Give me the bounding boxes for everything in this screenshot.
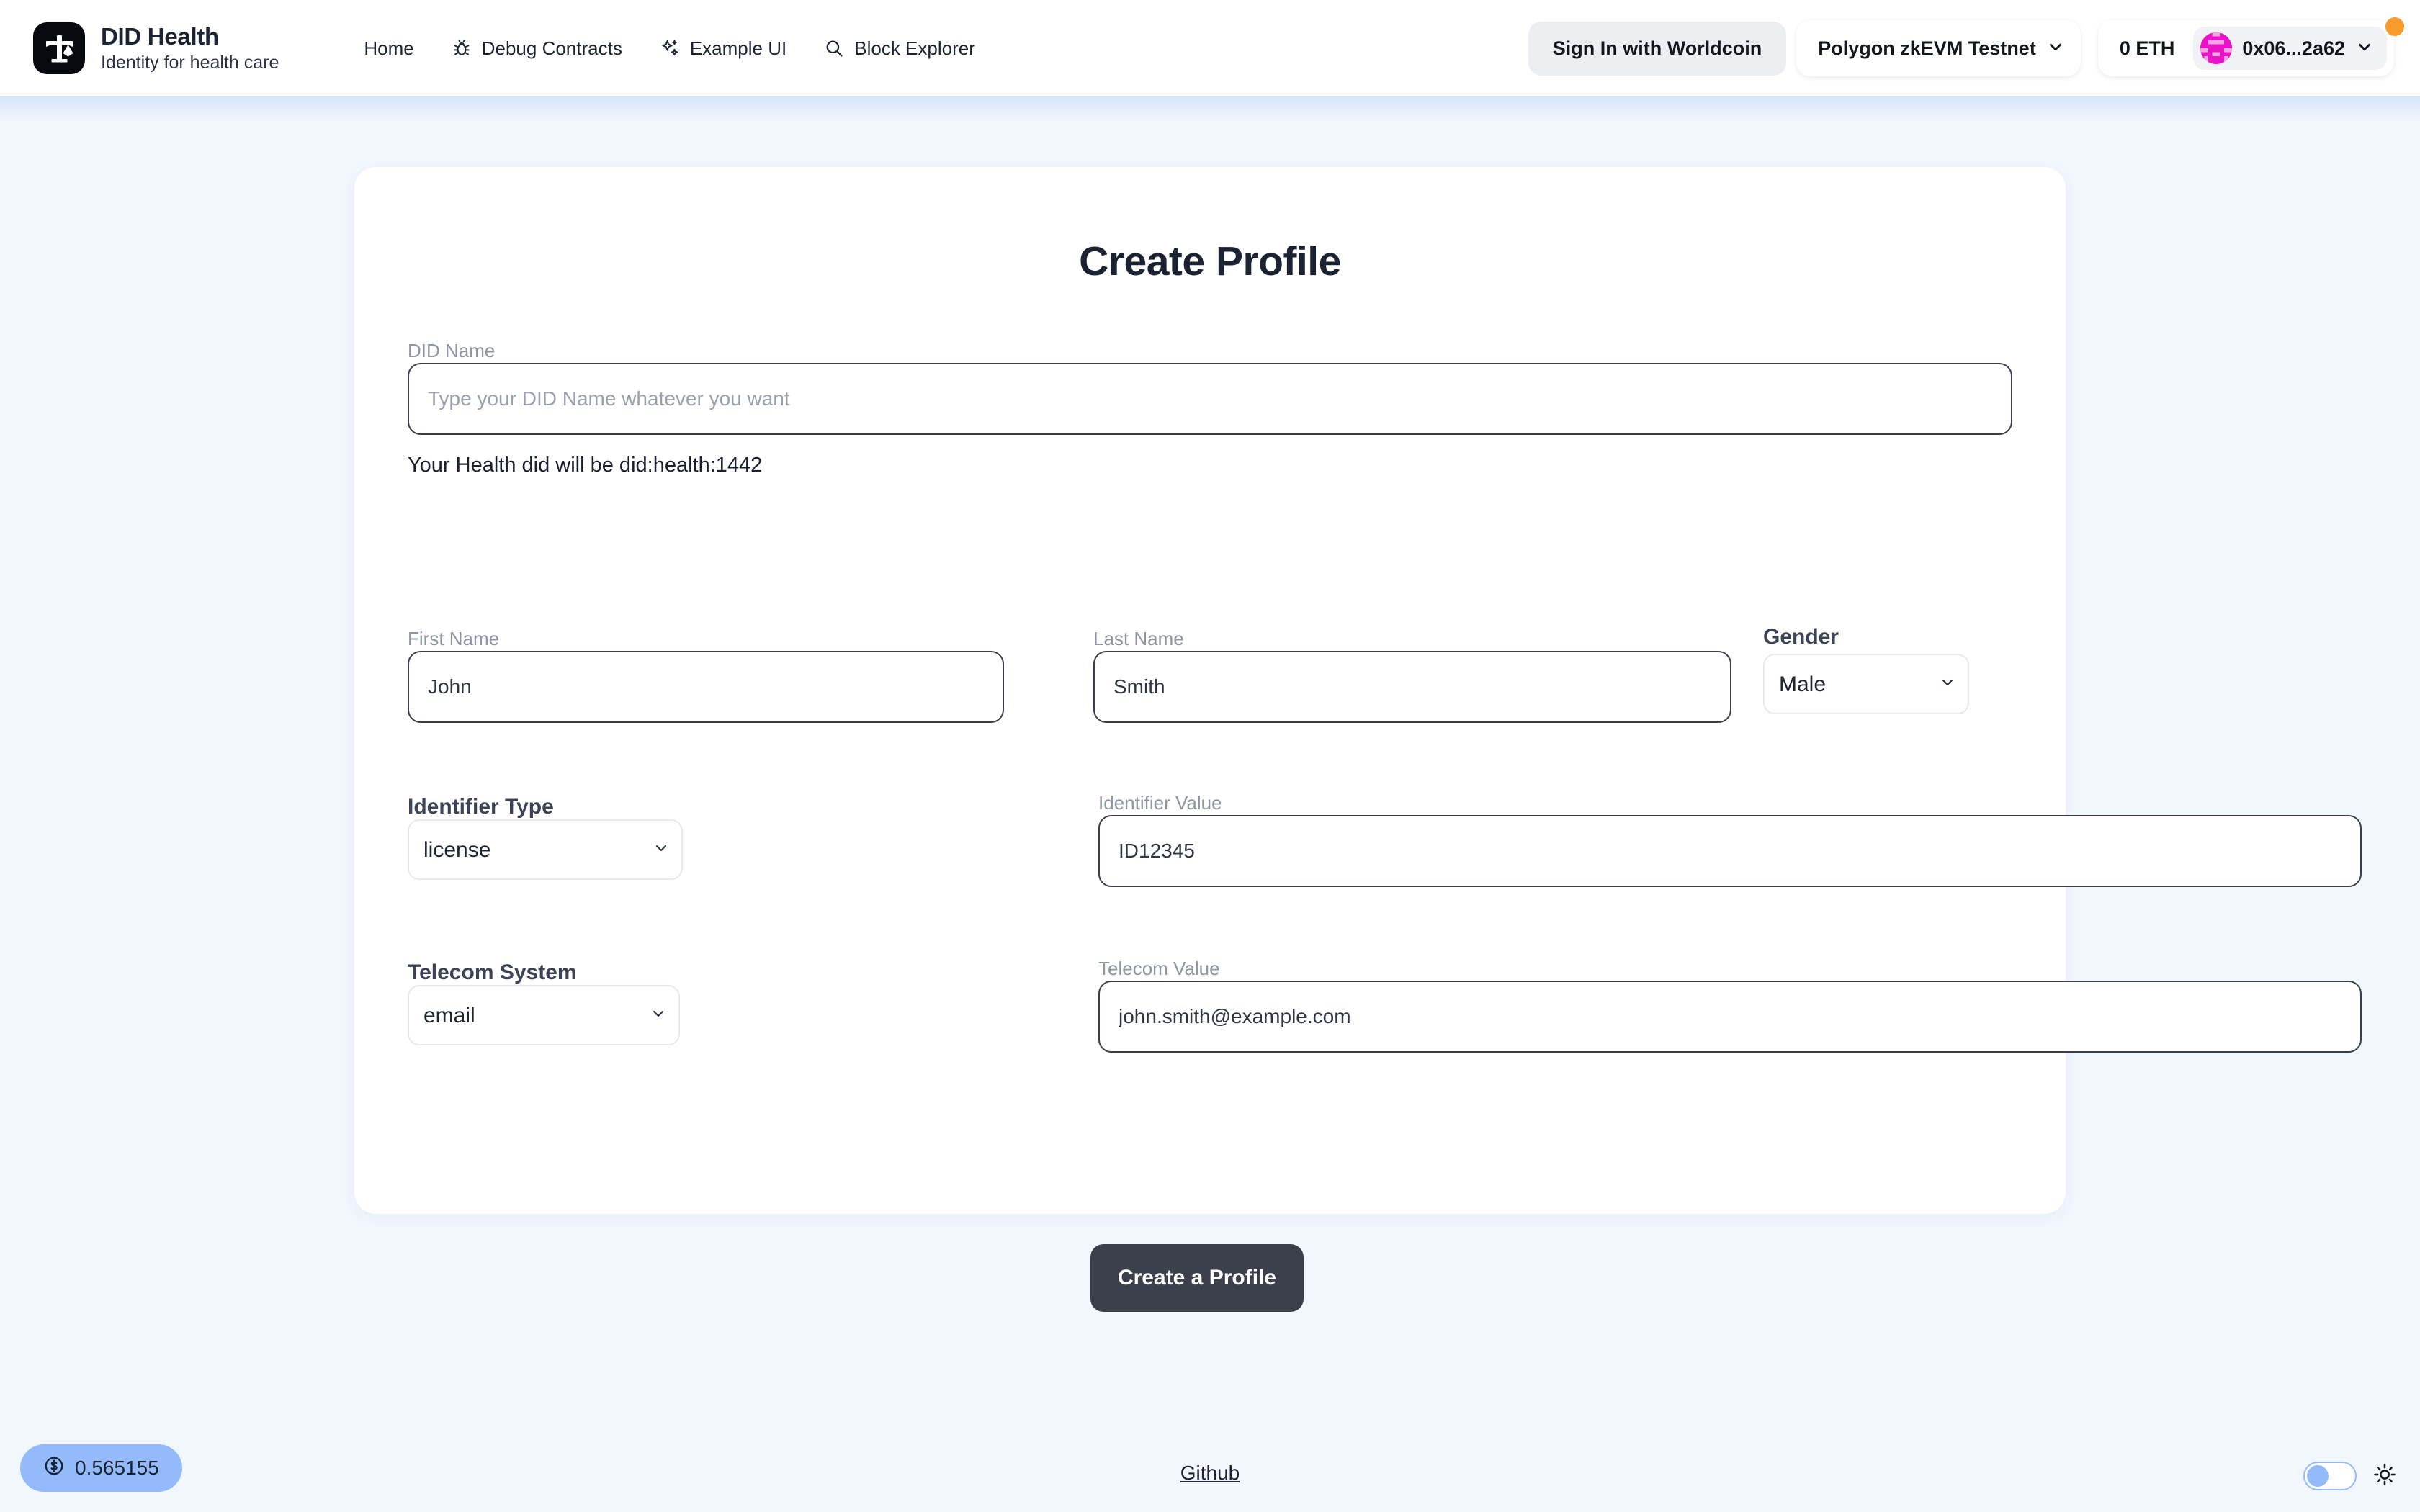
- account-widget: 0 ETH 0x06...2a62: [2097, 20, 2394, 76]
- dollar-circle-icon: [43, 1455, 65, 1482]
- nav-item-label: Debug Contracts: [481, 37, 622, 59]
- create-profile-button[interactable]: Create a Profile: [1090, 1244, 1304, 1312]
- brand-title: DID Health: [101, 23, 219, 50]
- account-address-button[interactable]: 0x06...2a62: [2193, 27, 2387, 70]
- theme-switcher: [2303, 1462, 2397, 1490]
- did-name-label: DID Name: [408, 340, 496, 361]
- notification-dot[interactable]: [2385, 17, 2404, 36]
- header-shadow: [0, 96, 2420, 121]
- first-name-label: First Name: [408, 628, 500, 649]
- account-address: 0x06...2a62: [2242, 37, 2345, 59]
- network-label: Polygon zkEVM Testnet: [1818, 37, 2036, 59]
- sparkles-icon: [660, 38, 680, 58]
- gender-select-wrapper: MaleFemaleOtherUnknown: [1763, 654, 1969, 714]
- avatar: [2200, 32, 2233, 64]
- native-currency-price-badge[interactable]: 0.565155: [20, 1444, 182, 1492]
- identifier-type-select[interactable]: licensepassportssnmrnother: [408, 819, 683, 880]
- header-actions: Sign In with Worldcoin Polygon zkEVM Tes…: [1528, 20, 2394, 76]
- identifier-value-input[interactable]: [1098, 815, 2362, 887]
- theme-toggle-switch[interactable]: [2303, 1462, 2357, 1490]
- create-profile-card: Create Profile DID Name Your Health did …: [354, 167, 2362, 1312]
- gender-select[interactable]: MaleFemaleOtherUnknown: [1763, 654, 1969, 714]
- eth-balance: 0 ETH: [2119, 37, 2175, 59]
- sun-icon[interactable]: [2372, 1462, 2397, 1490]
- chevron-down-icon: [2355, 37, 2374, 60]
- page-title: Create Profile: [1079, 238, 1341, 284]
- network-selector[interactable]: Polygon zkEVM Testnet: [1796, 20, 2081, 76]
- health-scale-eth-logo-icon: [33, 22, 85, 74]
- did-preview-text: Your Health did will be did:health:1442: [408, 454, 763, 477]
- last-name-label: Last Name: [1093, 628, 1184, 649]
- nav-item-label: Block Explorer: [854, 37, 975, 59]
- bug-icon: [452, 38, 472, 58]
- sign-in-with-worldcoin-button[interactable]: Sign In with Worldcoin: [1528, 21, 1787, 76]
- main-nav: Home Debug Contracts Example UI Block Ex…: [345, 27, 993, 70]
- nav-item-block-explorer[interactable]: Block Explorer: [805, 27, 994, 70]
- nav-item-debug-contracts[interactable]: Debug Contracts: [433, 27, 641, 70]
- telecom-value-label: Telecom Value: [1098, 958, 1220, 979]
- telecom-system-select-wrapper: emailphonefaxsmsurl: [408, 985, 680, 1045]
- identifier-type-label: Identifier Type: [408, 795, 554, 819]
- did-name-input[interactable]: [408, 363, 2012, 435]
- search-icon: [824, 38, 844, 58]
- last-name-input[interactable]: [1093, 651, 1731, 723]
- nav-item-label: Example UI: [689, 37, 787, 59]
- app-header: DID Health Identity for health care Home…: [0, 0, 2420, 96]
- telecom-system-select[interactable]: emailphonefaxsmsurl: [408, 985, 680, 1045]
- nav-item-example-ui[interactable]: Example UI: [641, 27, 805, 70]
- telecom-value-input[interactable]: [1098, 981, 2362, 1053]
- brand[interactable]: DID Health Identity for health care: [33, 22, 279, 74]
- first-name-input[interactable]: [408, 651, 1004, 723]
- github-link[interactable]: Github: [1180, 1462, 1240, 1485]
- telecom-system-label: Telecom System: [408, 960, 577, 984]
- nav-item-home[interactable]: Home: [345, 27, 432, 70]
- price-value: 0.565155: [75, 1457, 159, 1479]
- gender-label: Gender: [1763, 625, 1839, 649]
- identifier-value-label: Identifier Value: [1098, 792, 1222, 814]
- identifier-type-select-wrapper: licensepassportssnmrnother: [408, 819, 683, 880]
- chevron-down-icon: [2046, 37, 2065, 60]
- nav-item-label: Home: [364, 37, 414, 59]
- brand-subtitle: Identity for health care: [101, 52, 279, 73]
